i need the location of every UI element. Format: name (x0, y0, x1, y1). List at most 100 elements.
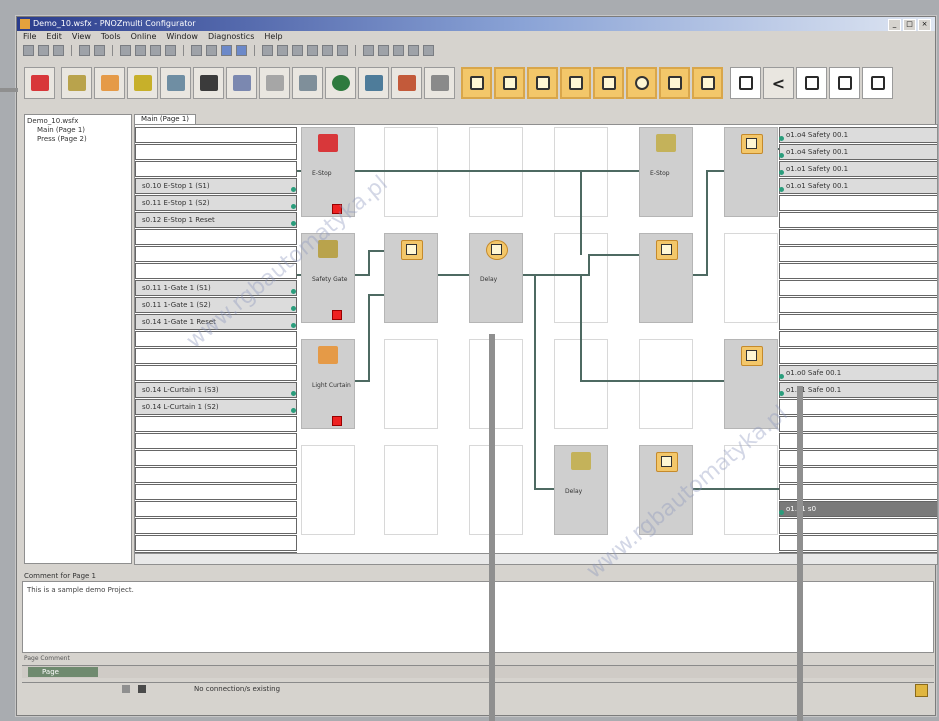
io-icon[interactable] (277, 45, 288, 56)
tab-main-page[interactable]: Main (Page 1) (134, 114, 197, 124)
close-button[interactable]: × (918, 19, 931, 31)
connect-icon[interactable] (337, 45, 348, 56)
new-icon[interactable] (23, 45, 34, 56)
app-icon (20, 19, 30, 29)
estop-icon (30, 75, 49, 91)
stop-icon[interactable] (393, 45, 404, 56)
chevron-left-icon: < (771, 73, 786, 93)
menu-window[interactable]: Window (166, 31, 198, 43)
light-curtain-element-button[interactable] (94, 67, 125, 99)
connector-icon (430, 75, 449, 91)
hardware-icon[interactable] (262, 45, 273, 56)
output-connector-dot[interactable] (779, 391, 784, 396)
operating-mode-element-button[interactable] (193, 67, 224, 99)
timer-element-button[interactable] (626, 67, 657, 99)
tree-root[interactable]: Demo_10.wsfx (27, 117, 129, 126)
menu-diagnostics[interactable]: Diagnostics (208, 31, 254, 43)
input-element-button[interactable] (730, 67, 761, 99)
page-element-button[interactable] (829, 67, 860, 99)
output-icon (804, 76, 819, 90)
cut-icon[interactable] (120, 45, 131, 56)
menu-online[interactable]: Online (131, 31, 157, 43)
estop-element-button[interactable] (24, 67, 55, 99)
output-connector-dot[interactable] (779, 374, 784, 379)
delete-icon[interactable] (165, 45, 176, 56)
input-connector-dot[interactable] (291, 187, 296, 192)
horizontal-scrollbar[interactable] (134, 553, 938, 565)
callout-line-left (0, 88, 18, 92)
check-icon[interactable] (322, 45, 333, 56)
preview-icon[interactable] (94, 45, 105, 56)
output-connector-dot[interactable] (779, 136, 784, 141)
light-curtain-icon (100, 75, 119, 91)
valve-element-button[interactable] (259, 67, 290, 99)
callout-line-right (797, 386, 803, 721)
not-element-button[interactable] (527, 67, 558, 99)
project-tree: Demo_10.wsfx Main (Page 1) Press (Page 2… (24, 114, 132, 564)
input-connector-dot[interactable] (291, 306, 296, 311)
safety-gate-element-button[interactable] (61, 67, 92, 99)
connector-left-button[interactable]: < (763, 67, 794, 99)
input-connector-dot[interactable] (291, 289, 296, 294)
input-connector-dot[interactable] (291, 221, 296, 226)
link-icon (397, 75, 416, 91)
flipflop-element-button[interactable] (593, 67, 624, 99)
menu-file[interactable]: File (23, 31, 36, 43)
link-element-button[interactable] (391, 67, 422, 99)
or-element-button[interactable] (494, 67, 525, 99)
window-title: Demo_10.wsfx - PNOZmulti Configurator (33, 19, 196, 28)
delay-element-button[interactable] (692, 67, 723, 99)
counter-element-button[interactable] (659, 67, 690, 99)
muting-element-button[interactable] (226, 67, 257, 99)
lock-icon (915, 684, 928, 697)
step-icon[interactable] (408, 45, 419, 56)
menu-bar: File Edit View Tools Online Window Diagn… (17, 31, 935, 43)
logic-canvas[interactable]: s0.10 E-Stop 1 (S1) s0.11 E-Stop 1 (S2) s0… (134, 124, 938, 554)
output-connector-dot[interactable] (779, 510, 784, 515)
help-icon[interactable] (423, 45, 434, 56)
print-icon[interactable] (79, 45, 90, 56)
arrow-left-icon[interactable] (363, 45, 374, 56)
menu-view[interactable]: View (72, 31, 91, 43)
and-element-button[interactable] (461, 67, 492, 99)
paste-icon[interactable] (150, 45, 161, 56)
zoom-in-icon[interactable] (221, 45, 232, 56)
status-text: No connection/s existing (194, 685, 281, 693)
enable-switch-element-button[interactable] (160, 67, 191, 99)
tab-page[interactable]: Page (28, 667, 98, 677)
redo-icon[interactable] (206, 45, 217, 56)
open-icon[interactable] (38, 45, 49, 56)
menu-help[interactable]: Help (264, 31, 282, 43)
tree-item-main[interactable]: Main (Page 1) (27, 126, 129, 135)
menu-tools[interactable]: Tools (101, 31, 121, 43)
undo-icon[interactable] (191, 45, 202, 56)
input-connector-dot[interactable] (291, 391, 296, 396)
play-icon[interactable] (378, 45, 389, 56)
copy-icon[interactable] (135, 45, 146, 56)
output-connector-dot[interactable] (779, 187, 784, 192)
output-element-button[interactable] (796, 67, 827, 99)
sensor-element-button[interactable] (325, 67, 356, 99)
tree-item-press[interactable]: Press (Page 2) (27, 135, 129, 144)
output-connector-dot[interactable] (779, 153, 784, 158)
connector-element-button[interactable] (424, 67, 455, 99)
save-icon[interactable] (53, 45, 64, 56)
output-connector-dot[interactable] (779, 170, 784, 175)
input-connector-dot[interactable] (291, 204, 296, 209)
jump-element-button[interactable] (862, 67, 893, 99)
zoom-out-icon[interactable] (236, 45, 247, 56)
menu-edit[interactable]: Edit (46, 31, 62, 43)
sensor-icon (331, 75, 350, 91)
input-connector-dot[interactable] (291, 323, 296, 328)
compile-icon[interactable] (292, 45, 303, 56)
press-element-button[interactable] (292, 67, 323, 99)
monitoring-element-button[interactable] (358, 67, 389, 99)
two-hand-element-button[interactable] (127, 67, 158, 99)
minimize-button[interactable]: _ (888, 19, 901, 31)
input-connector-dot[interactable] (291, 408, 296, 413)
maximize-button[interactable]: □ (903, 19, 916, 31)
download-icon[interactable] (307, 45, 318, 56)
and-gate-icon (469, 76, 484, 90)
xor-element-button[interactable] (560, 67, 591, 99)
status-icon (122, 685, 130, 693)
